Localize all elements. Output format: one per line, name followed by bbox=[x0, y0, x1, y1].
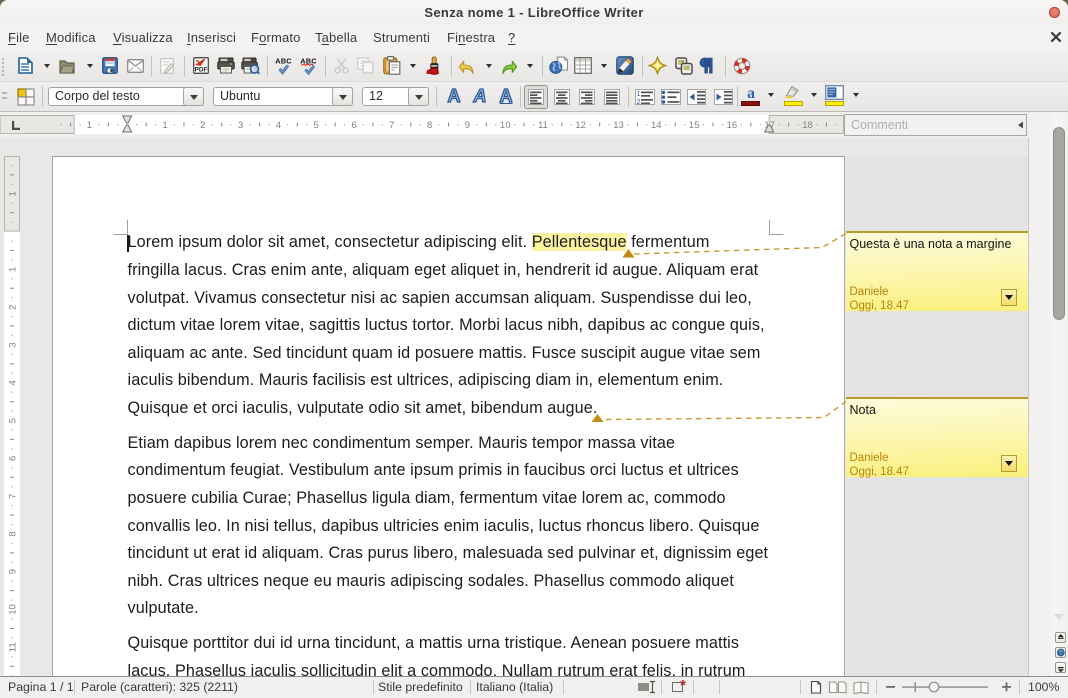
svg-text:8: 8 bbox=[8, 531, 19, 536]
svg-text:12: 12 bbox=[575, 120, 586, 131]
svg-text:6: 6 bbox=[8, 456, 19, 461]
svg-text:3: 3 bbox=[238, 120, 243, 131]
svg-text:PDF: PDF bbox=[195, 67, 208, 74]
svg-text:7: 7 bbox=[389, 120, 394, 131]
svg-text:11: 11 bbox=[538, 120, 548, 131]
svg-text:14: 14 bbox=[651, 120, 662, 131]
svg-text:10: 10 bbox=[500, 120, 511, 131]
svg-text:1: 1 bbox=[8, 267, 19, 272]
svg-text:10: 10 bbox=[8, 604, 19, 615]
svg-text:ABC: ABC bbox=[275, 57, 292, 66]
svg-text:1: 1 bbox=[637, 91, 641, 98]
svg-text:Commenti: Commenti bbox=[851, 118, 908, 132]
svg-text:16: 16 bbox=[727, 120, 738, 131]
svg-text:7: 7 bbox=[8, 494, 19, 499]
svg-text:4: 4 bbox=[276, 120, 281, 131]
svg-text:9: 9 bbox=[465, 120, 470, 131]
svg-text:1: 1 bbox=[162, 120, 167, 131]
svg-text:11: 11 bbox=[8, 642, 19, 652]
svg-text:2: 2 bbox=[8, 305, 19, 310]
svg-text:1: 1 bbox=[87, 120, 92, 131]
svg-text:4: 4 bbox=[8, 380, 19, 385]
svg-text:5: 5 bbox=[314, 120, 319, 131]
svg-text:13: 13 bbox=[613, 120, 624, 131]
svg-text:2: 2 bbox=[200, 120, 205, 131]
svg-text:6: 6 bbox=[351, 120, 356, 131]
svg-text:5: 5 bbox=[8, 418, 19, 423]
svg-text:9: 9 bbox=[8, 569, 19, 574]
svg-text:2: 2 bbox=[637, 99, 641, 105]
svg-text:1: 1 bbox=[8, 191, 19, 196]
svg-text:15: 15 bbox=[689, 120, 700, 131]
svg-text:3: 3 bbox=[8, 342, 19, 347]
svg-text:18: 18 bbox=[802, 120, 813, 131]
svg-text:8: 8 bbox=[427, 120, 432, 131]
